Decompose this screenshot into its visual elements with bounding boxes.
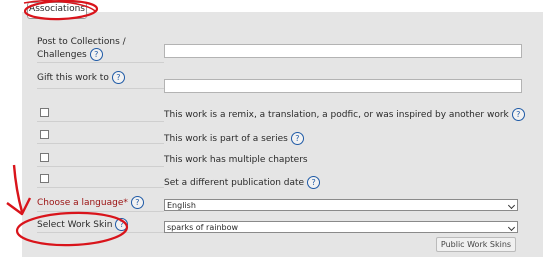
chapters-label: This work has multiple chapters [164,155,308,165]
language-label-text: Choose a language* [37,198,128,208]
collections-label-line1: Post to Collections / [37,37,126,47]
skin-select-value: sparks of rainbow [167,223,239,232]
skin-label: Select Work Skin? [37,218,129,231]
chevron-down-icon [507,223,516,232]
chapters-checkbox[interactable] [40,153,49,162]
gift-label: Gift this work to? [37,71,125,84]
field-divider [37,62,164,63]
skin-label-text: Select Work Skin [37,220,113,230]
help-icon[interactable]: ? [115,218,129,231]
language-label: Choose a language*? [37,196,144,209]
language-select[interactable]: English [164,199,518,211]
skin-select[interactable]: sparks of rainbow [164,221,518,233]
help-icon[interactable]: ? [307,176,321,189]
field-divider [37,121,164,122]
pubdate-label: Set a different publication date? [164,176,321,189]
collections-input[interactable] [164,44,522,58]
pubdate-checkbox[interactable] [40,174,49,183]
collections-label-line2-wrap: Challenges? [37,48,126,61]
collections-label: Post to Collections / Challenges? [37,36,126,61]
field-divider [37,166,164,167]
collections-label-line2: Challenges [37,50,87,60]
field-divider [37,187,164,188]
remix-label-text: This work is a remix, a translation, a p… [164,110,509,120]
chevron-down-icon [507,201,516,210]
remix-label: This work is a remix, a translation, a p… [164,108,525,121]
arrow-shaft [12,164,24,213]
remix-checkbox[interactable] [40,108,49,117]
language-select-value: English [167,201,196,210]
fieldset-legend: Associations [27,2,87,19]
field-divider [37,143,164,144]
series-checkbox[interactable] [40,130,49,139]
series-label-text: This work is part of a series [164,134,288,144]
help-icon[interactable]: ? [89,48,103,61]
help-icon[interactable]: ? [511,108,525,121]
gift-input[interactable] [164,79,522,93]
field-divider [37,211,164,212]
gift-label-text: Gift this work to [37,73,109,83]
help-icon[interactable]: ? [111,71,125,84]
field-divider [37,232,164,233]
help-icon[interactable]: ? [290,132,304,145]
pubdate-label-text: Set a different publication date [164,178,305,188]
field-divider [37,88,164,89]
help-icon[interactable]: ? [130,196,144,209]
public-work-skins-button[interactable]: Public Work Skins [436,237,516,252]
series-label: This work is part of a series? [164,132,304,145]
